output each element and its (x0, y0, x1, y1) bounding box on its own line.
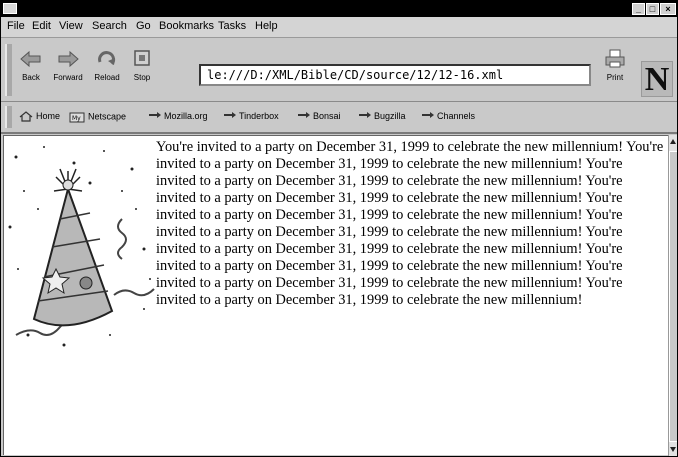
menu-go[interactable]: Go (136, 20, 151, 32)
reload-button[interactable]: Reload (90, 48, 124, 94)
bookmark-bugzilla[interactable]: Bugzilla (359, 111, 406, 121)
menu-search[interactable]: Search (92, 20, 127, 32)
bookmark-netscape[interactable]: My Netscape (69, 111, 126, 123)
menu-edit[interactable]: Edit (32, 20, 51, 32)
stop-icon (134, 50, 150, 66)
forward-arrow-icon (58, 50, 79, 68)
bookmark-home-label: Home (36, 111, 61, 121)
title-bar: _ □ × (1, 1, 677, 17)
maximize-icon[interactable]: □ (646, 3, 659, 15)
menu-file[interactable]: File (7, 20, 25, 32)
url-field[interactable]: le:///D:/XML/Bible/CD/source/12/12-16.xm… (199, 64, 591, 86)
personal-toolbar: Home My Netscape Mozilla.org Tinderbox B… (1, 102, 677, 134)
url-text: le:///D:/XML/Bible/CD/source/12/12-16.xm… (207, 68, 504, 82)
netscape-logo[interactable]: N (641, 61, 673, 98)
stop-label: Stop (133, 73, 151, 82)
bookmark-tinderbox-label: Tinderbox (239, 111, 279, 121)
bookmark-arrow-icon (224, 112, 236, 118)
party-hat-icon (8, 146, 155, 347)
bookmark-home[interactable]: Home (19, 111, 60, 122)
reload-icon (98, 51, 116, 65)
reload-label: Reload (94, 73, 120, 82)
bookmark-mozilla-label: Mozilla.org (164, 111, 208, 121)
close-icon[interactable]: × (660, 3, 676, 15)
bookmark-bonsai-label: Bonsai (313, 111, 341, 121)
forward-label: Forward (53, 73, 83, 82)
bookmark-arrow-icon (149, 112, 161, 118)
toolbar-grip[interactable] (5, 44, 12, 96)
bookmark-arrow-icon (359, 112, 371, 118)
navigation-toolbar: Back Forward Reload Stop le:///D:/XML/Bi… (1, 38, 677, 102)
scroll-thumb[interactable] (669, 151, 677, 442)
print-button[interactable]: Print (600, 48, 630, 94)
home-icon (19, 111, 33, 122)
bookmark-bugzilla-label: Bugzilla (374, 111, 406, 121)
vertical-scrollbar[interactable] (668, 135, 677, 456)
page-content: You're invited to a party on December 31… (3, 135, 668, 455)
menu-view[interactable]: View (59, 20, 83, 32)
invitation-text-block: You're invited to a party on December 31… (4, 139, 666, 357)
bookmark-channels-label: Channels (437, 111, 476, 121)
scroll-up-icon[interactable] (670, 139, 676, 144)
minimize-icon[interactable]: _ (632, 3, 645, 15)
back-label: Back (22, 73, 40, 82)
bookmark-netscape-label: Netscape (88, 111, 127, 122)
print-label: Print (606, 73, 624, 82)
bookmark-mozilla[interactable]: Mozilla.org (149, 111, 208, 121)
forward-button[interactable]: Forward (48, 48, 88, 94)
window-menu-icon[interactable] (3, 3, 17, 14)
printer-icon (605, 49, 625, 68)
party-hat-image (4, 139, 156, 357)
menu-bar: File Edit View Search Go Bookmarks Tasks… (1, 17, 677, 38)
menu-help[interactable]: Help (255, 20, 278, 32)
my-netscape-icon: My (69, 112, 85, 123)
back-button[interactable]: Back (16, 48, 46, 94)
browser-window: _ □ × File Edit View Search Go Bookmarks… (0, 0, 678, 457)
svg-text:My: My (72, 115, 81, 122)
menu-tasks[interactable]: Tasks (218, 20, 246, 32)
bookmark-arrow-icon (298, 112, 310, 118)
personal-toolbar-grip[interactable] (5, 106, 12, 128)
back-arrow-icon (20, 50, 41, 68)
bookmark-channels[interactable]: Channels (422, 111, 475, 121)
scroll-down-icon[interactable] (670, 447, 676, 452)
bookmark-bonsai[interactable]: Bonsai (298, 111, 341, 121)
bookmark-arrow-icon (422, 112, 434, 118)
bookmark-tinderbox[interactable]: Tinderbox (224, 111, 279, 121)
menu-bookmarks[interactable]: Bookmarks (159, 20, 214, 32)
stop-button[interactable]: Stop (127, 48, 157, 94)
